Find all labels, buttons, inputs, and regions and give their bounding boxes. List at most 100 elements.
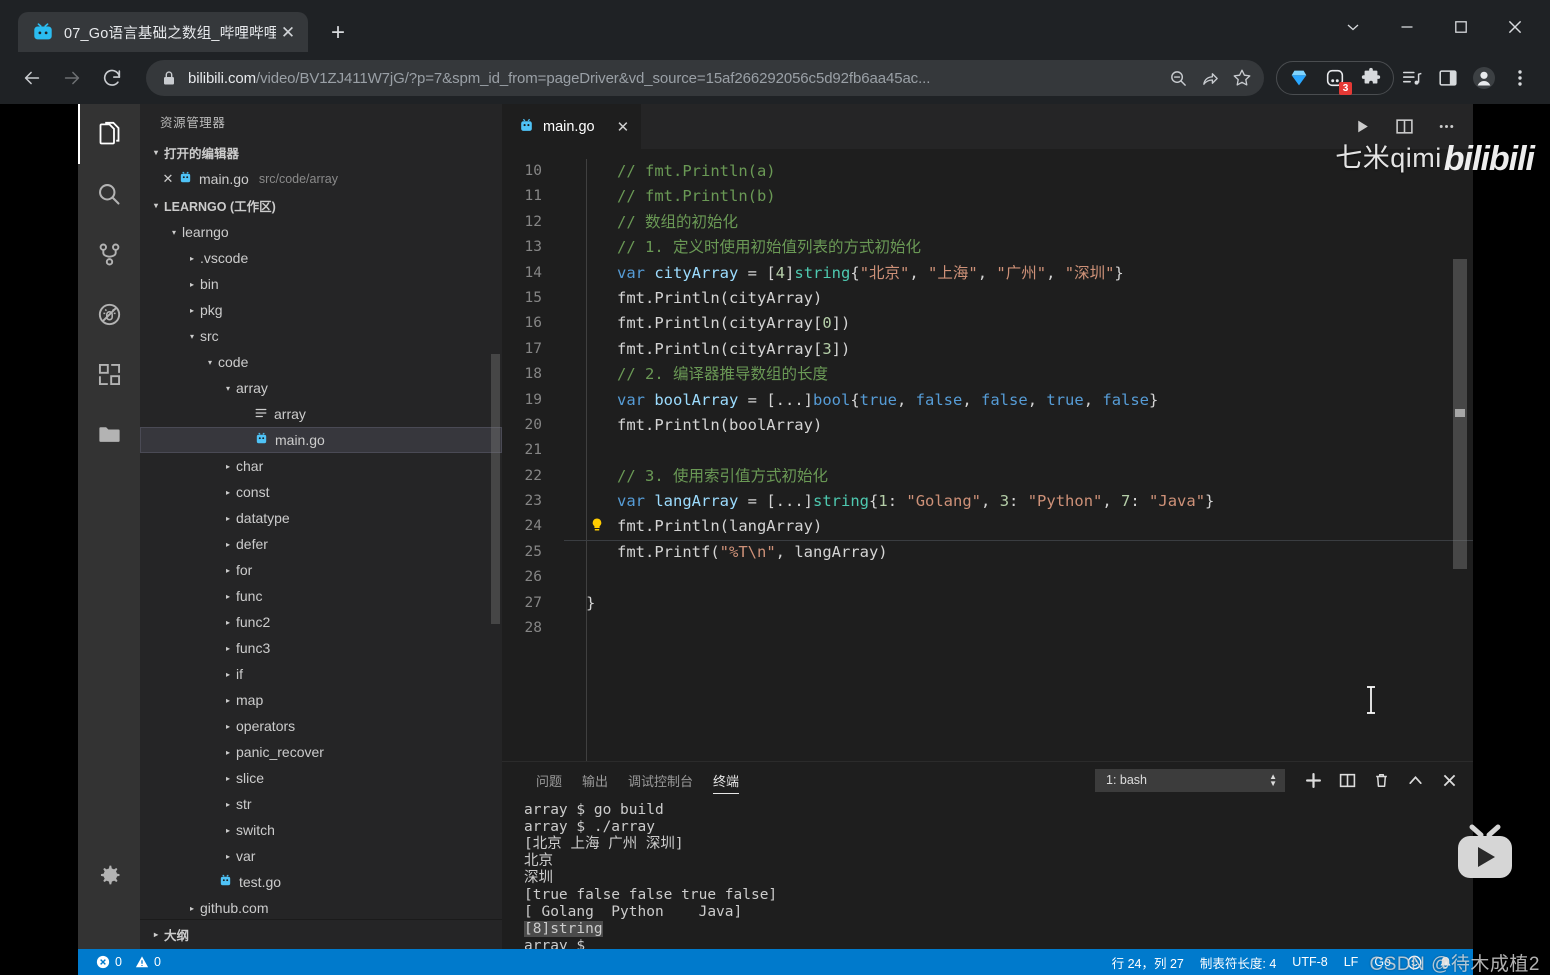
- close-panel-icon[interactable]: [1435, 766, 1463, 794]
- new-tab-button[interactable]: +: [322, 18, 354, 48]
- code-line[interactable]: 28: [502, 616, 1473, 641]
- code-line[interactable]: 16 fmt.Println(cityArray[0]): [502, 311, 1473, 336]
- open-editor-item-main-go[interactable]: ✕ main.go src/code/array: [140, 166, 502, 192]
- sidebar-item-remote-explorer[interactable]: [78, 404, 140, 464]
- chevron-down-icon[interactable]: [1326, 8, 1380, 46]
- code-editor[interactable]: 10 // fmt.Println(a) 11 // fmt.Println(b) 12…: [502, 159, 1473, 771]
- run-icon[interactable]: [1345, 110, 1379, 144]
- sidebar-item-run-debug[interactable]: [78, 284, 140, 344]
- code-line[interactable]: 24 fmt.Println(langArray): [502, 514, 1473, 542]
- tab-terminal[interactable]: 终端: [703, 762, 749, 798]
- window-close-icon[interactable]: [1488, 8, 1542, 46]
- status-language-mode[interactable]: Go: [1366, 949, 1399, 975]
- add-terminal-icon[interactable]: [1299, 766, 1327, 794]
- smiley-icon[interactable]: [1399, 949, 1430, 975]
- close-icon[interactable]: ✕: [276, 20, 300, 44]
- chrome-menu-icon[interactable]: [1502, 60, 1538, 96]
- tab-debug-console[interactable]: 调试控制台: [618, 762, 703, 798]
- puzzle-extensions-icon[interactable]: [1353, 60, 1389, 96]
- bookmark-star-icon[interactable]: [1226, 62, 1258, 94]
- code-line[interactable]: 15 fmt.Println(cityArray): [502, 286, 1473, 311]
- address-bar[interactable]: bilibili.com/video/BV1ZJ411W7jG/?p=7&spm…: [146, 60, 1264, 96]
- status-problems[interactable]: 0 0: [88, 949, 169, 975]
- panda-extension-icon[interactable]: 3: [1317, 60, 1353, 96]
- tree-item-src[interactable]: ▾ src: [140, 323, 502, 349]
- code-line[interactable]: 26: [502, 565, 1473, 590]
- kill-terminal-icon[interactable]: [1367, 766, 1395, 794]
- code-line[interactable]: 22 // 3. 使用索引值方式初始化: [502, 464, 1473, 489]
- diamond-extension-icon[interactable]: [1281, 60, 1317, 96]
- tree-item-code[interactable]: ▾ code: [140, 349, 502, 375]
- maximize-panel-icon[interactable]: [1401, 766, 1429, 794]
- tree-item-defer[interactable]: ▸ defer: [140, 531, 502, 557]
- code-line[interactable]: 14 var cityArray = [4]string{"北京", "上海", …: [502, 261, 1473, 286]
- split-editor-icon[interactable]: [1387, 110, 1421, 144]
- bell-icon[interactable]: [1430, 949, 1461, 975]
- status-cursor-position[interactable]: 行 24，列 27: [1104, 949, 1192, 975]
- tree-item-pkg[interactable]: ▸ pkg: [140, 297, 502, 323]
- tree-item-func[interactable]: ▸ func: [140, 583, 502, 609]
- code-line[interactable]: 19 var boolArray = [...]bool{true, false,…: [502, 388, 1473, 413]
- terminal-select[interactable]: 1: bash ▲ ▼: [1095, 768, 1285, 792]
- maximize-icon[interactable]: [1434, 8, 1488, 46]
- sidebar-item-explorer[interactable]: [78, 104, 140, 164]
- tree-item-main-go[interactable]: main.go: [140, 427, 502, 453]
- tab-output[interactable]: 输出: [572, 762, 618, 798]
- code-line[interactable]: 18 // 2. 编译器推导数组的长度: [502, 362, 1473, 387]
- tree-item-slice[interactable]: ▸ slice: [140, 765, 502, 791]
- close-icon[interactable]: ✕: [158, 171, 178, 187]
- code-line[interactable]: 20 fmt.Println(boolArray): [502, 413, 1473, 438]
- tree-item-test-go[interactable]: test.go: [140, 869, 502, 895]
- code-line[interactable]: 23 var langArray = [...]string{1: "Golang…: [502, 489, 1473, 514]
- workspace-header[interactable]: ▾ LEARNGO (工作区): [140, 192, 502, 219]
- status-encoding[interactable]: UTF-8: [1284, 949, 1335, 975]
- tab-problems[interactable]: 问题: [526, 762, 572, 798]
- code-line[interactable]: 27}: [502, 591, 1473, 616]
- sidebar-item-source-control[interactable]: [78, 224, 140, 284]
- terminal-output[interactable]: array $ go build array $ ./array [北京 上海 广州…: [502, 798, 1473, 949]
- tree-item-for[interactable]: ▸ for: [140, 557, 502, 583]
- tree-item-func3[interactable]: ▸ func3: [140, 635, 502, 661]
- tree-item-map[interactable]: ▸ map: [140, 687, 502, 713]
- tree-item-datatype[interactable]: ▸ datatype: [140, 505, 502, 531]
- share-icon[interactable]: [1194, 62, 1226, 94]
- tree-item-const[interactable]: ▸ const: [140, 479, 502, 505]
- open-editors-header[interactable]: ▾ 打开的编辑器: [140, 139, 502, 166]
- code-line[interactable]: 21: [502, 438, 1473, 463]
- tree-item--vscode[interactable]: ▸ .vscode: [140, 245, 502, 271]
- tree-item-panic-recover[interactable]: ▸ panic_recover: [140, 739, 502, 765]
- gear-icon[interactable]: [78, 845, 140, 905]
- zoom-out-icon[interactable]: [1162, 62, 1194, 94]
- tree-item-github-com[interactable]: ▸ github.com: [140, 895, 502, 921]
- reading-list-icon[interactable]: [1394, 60, 1430, 96]
- tree-item-str[interactable]: ▸ str: [140, 791, 502, 817]
- status-eol[interactable]: LF: [1336, 949, 1367, 975]
- code-line[interactable]: 17 fmt.Println(cityArray[3]): [502, 337, 1473, 362]
- sidebar-scrollbar[interactable]: [491, 354, 500, 624]
- split-terminal-icon[interactable]: [1333, 766, 1361, 794]
- code-line[interactable]: 10 // fmt.Println(a): [502, 159, 1473, 184]
- close-icon[interactable]: ✕: [617, 118, 630, 136]
- tree-item-switch[interactable]: ▸ switch: [140, 817, 502, 843]
- sidebar-item-extensions[interactable]: [78, 344, 140, 404]
- tree-item-if[interactable]: ▸ if: [140, 661, 502, 687]
- tree-item-operators[interactable]: ▸ operators: [140, 713, 502, 739]
- minimize-icon[interactable]: [1380, 8, 1434, 46]
- more-actions-icon[interactable]: [1429, 110, 1463, 144]
- side-panel-icon[interactable]: [1430, 60, 1466, 96]
- status-tab-size[interactable]: 制表符长度: 4: [1192, 949, 1284, 975]
- editor-tab-main-go[interactable]: main.go ✕: [502, 104, 642, 149]
- tree-item-array[interactable]: array: [140, 401, 502, 427]
- code-line[interactable]: 12 // 数组的初始化: [502, 210, 1473, 235]
- tree-item-char[interactable]: ▸ char: [140, 453, 502, 479]
- profile-avatar-icon[interactable]: [1466, 60, 1502, 96]
- tree-item-array[interactable]: ▾ array: [140, 375, 502, 401]
- code-line[interactable]: 13 // 1. 定义时使用初始值列表的方式初始化: [502, 235, 1473, 260]
- code-line[interactable]: 25 fmt.Printf("%T\n", langArray): [502, 540, 1473, 565]
- tree-item-func2[interactable]: ▸ func2: [140, 609, 502, 635]
- tree-item-learngo[interactable]: ▾ learngo: [140, 219, 502, 245]
- forward-icon[interactable]: [52, 58, 92, 98]
- browser-tab[interactable]: 07_Go语言基础之数组_哔哩哔哩 ✕: [18, 12, 308, 52]
- outline-section-header[interactable]: ▸ 大纲: [140, 919, 502, 949]
- code-line[interactable]: 11 // fmt.Println(b): [502, 184, 1473, 209]
